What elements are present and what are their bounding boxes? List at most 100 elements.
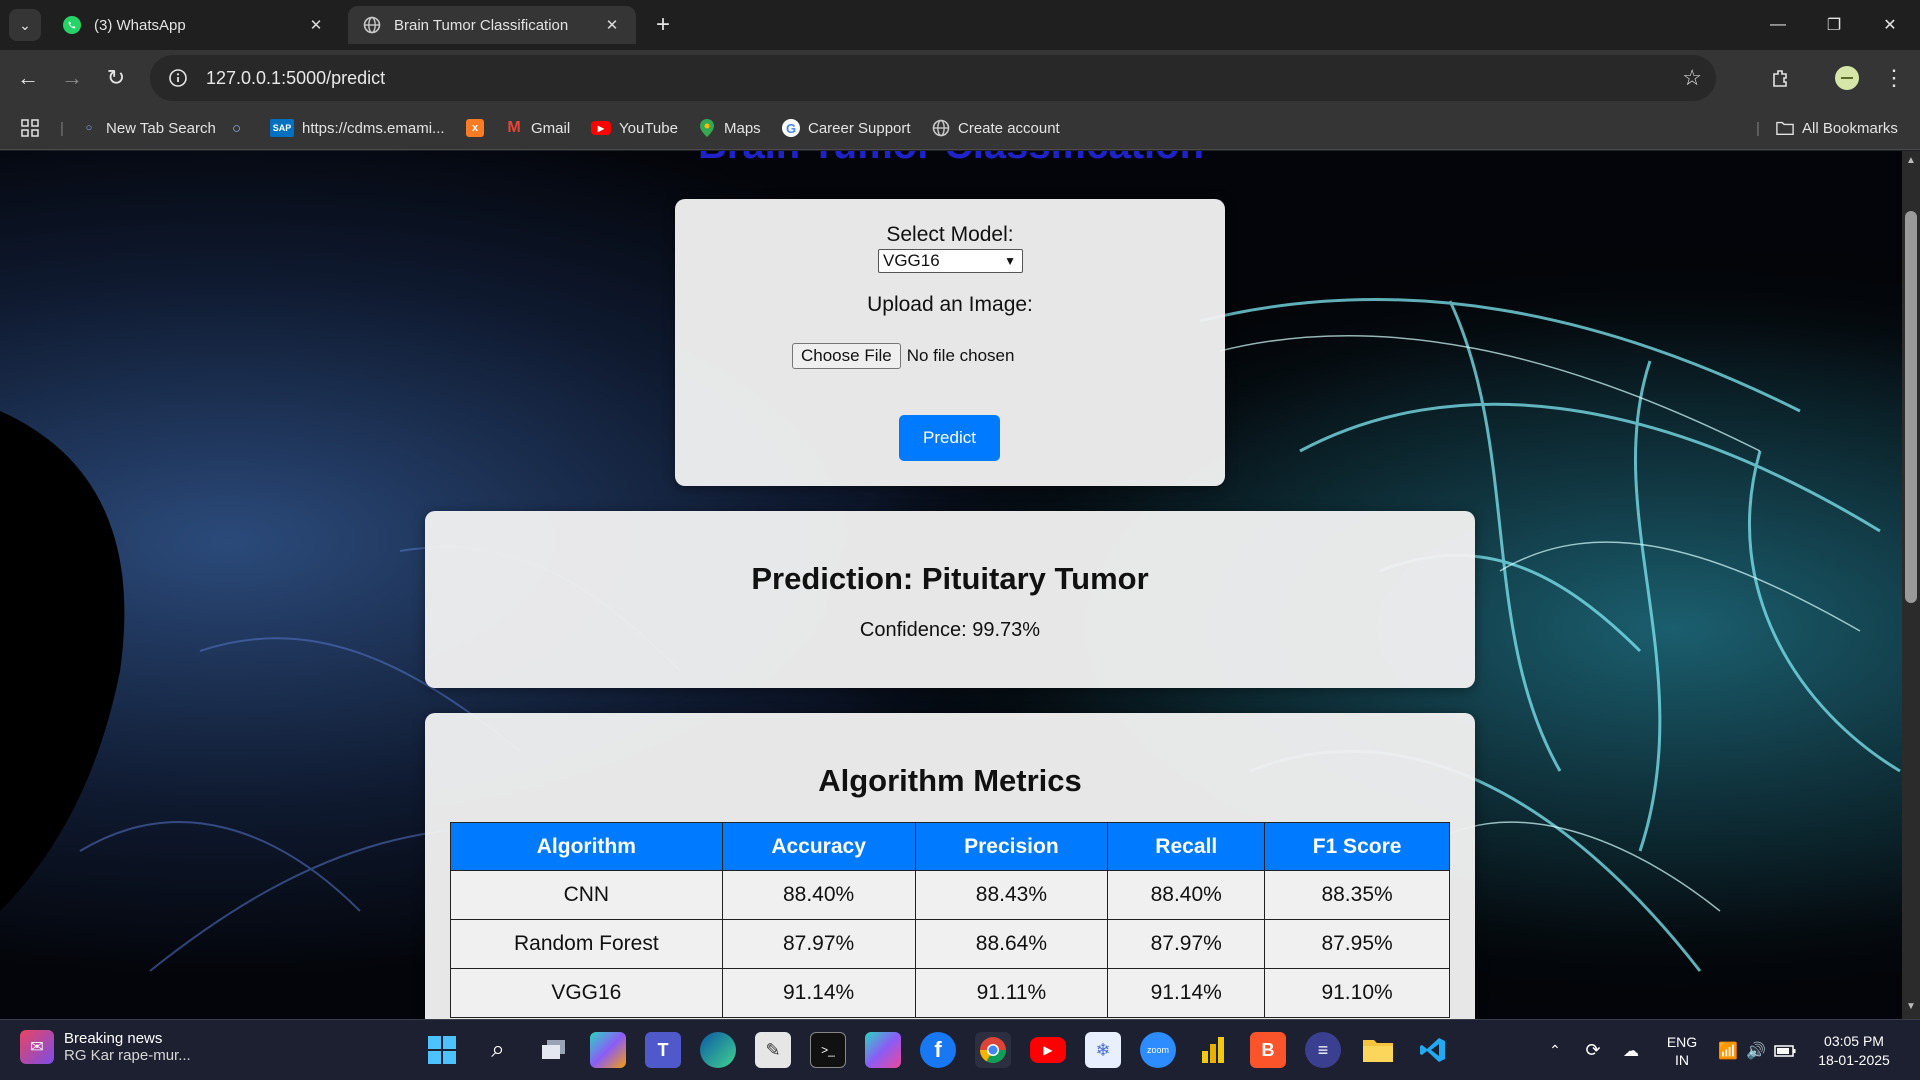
clock[interactable]: 03:05 PM 18-01-2025 <box>1808 1020 1900 1080</box>
language-indicator[interactable]: ENG IN <box>1660 1020 1704 1080</box>
file-input[interactable]: Choose File No file chosen <box>792 343 1014 369</box>
confidence-text: Confidence: 99.73% <box>859 619 1041 641</box>
windows-start-icon[interactable] <box>424 1032 460 1068</box>
edge-icon[interactable] <box>700 1032 736 1068</box>
site-info-icon[interactable] <box>164 64 192 92</box>
model-select[interactable]: VGG16 ▼ <box>878 249 1023 273</box>
all-bookmarks-button[interactable]: All Bookmarks <box>1776 115 1898 141</box>
zoom-icon[interactable]: zoom <box>1140 1032 1176 1068</box>
predict-button[interactable]: Predict <box>899 415 1000 461</box>
close-tab-icon[interactable]: ✕ <box>306 15 326 35</box>
facebook-icon[interactable]: f <box>920 1032 956 1068</box>
table-cell: 88.40% <box>1107 870 1266 920</box>
table-row: VGG16 91.14% 91.11% 91.14% 91.10% <box>450 968 1450 1018</box>
bookmark-career-support[interactable]: G Career Support <box>782 115 911 141</box>
column-header: Accuracy <box>721 822 916 871</box>
folder-icon <box>1776 119 1794 137</box>
metrics-title: Algorithm Metrics <box>818 763 1082 798</box>
scroll-down-icon[interactable]: ▼ <box>1905 1001 1917 1013</box>
copilot-icon[interactable] <box>590 1032 626 1068</box>
bookmark-youtube[interactable]: ▶ YouTube <box>591 115 678 141</box>
tab-brain-tumor[interactable]: Brain Tumor Classification ✕ <box>348 6 636 44</box>
bookmark-new-tab-search[interactable]: ○ New Tab Search <box>80 115 216 141</box>
choose-file-button[interactable]: Choose File <box>792 343 901 369</box>
restore-icon[interactable]: ❐ <box>1806 0 1862 50</box>
table-cell: VGG16 <box>450 968 723 1018</box>
file-status-text: No file chosen <box>906 346 1015 365</box>
teams-icon[interactable]: T <box>645 1032 681 1068</box>
tab-whatsapp[interactable]: (3) WhatsApp ✕ <box>48 6 340 44</box>
minimize-icon[interactable]: — <box>1750 0 1806 50</box>
wifi-icon[interactable]: 📶 <box>1714 1020 1742 1080</box>
eclipse-icon[interactable]: ≡ <box>1305 1032 1341 1068</box>
scrollbar-thumb[interactable] <box>1905 211 1917 603</box>
youtube-icon[interactable]: ▶ <box>1030 1037 1066 1063</box>
column-header: Precision <box>914 822 1109 871</box>
bookmark-create-account[interactable]: Create account <box>932 115 1060 141</box>
table-cell: 91.10% <box>1264 968 1450 1018</box>
close-tab-icon[interactable]: ✕ <box>602 15 622 35</box>
news-widget[interactable]: ✉ Breaking news RG Kar rape-mur... <box>20 1030 191 1064</box>
apps-grid-icon[interactable] <box>20 115 40 141</box>
extensions-icon[interactable] <box>1765 62 1797 94</box>
table-cell: 87.97% <box>1107 919 1266 969</box>
upload-form-card: Select Model: VGG16 ▼ Upload an Image: C… <box>675 199 1225 486</box>
address-bar[interactable]: 127.0.0.1:5000/predict ☆ <box>150 55 1716 101</box>
search-icon[interactable]: ⌕ <box>480 1032 516 1068</box>
forward-icon[interactable]: → <box>56 62 88 94</box>
xampp-icon: x <box>466 119 484 137</box>
volume-icon[interactable]: 🔊 <box>1742 1020 1770 1080</box>
globe-icon <box>932 119 950 137</box>
bookmark-cdms[interactable]: SAP https://cdms.emami... <box>270 115 445 141</box>
maps-icon <box>698 119 716 137</box>
profile-avatar[interactable] <box>1831 62 1863 94</box>
upload-image-label: Upload an Image: <box>867 293 1033 316</box>
news-subtitle: RG Kar rape-mur... <box>64 1047 191 1064</box>
column-header: F1 Score <box>1264 822 1450 871</box>
snowflake-icon[interactable]: ❄ <box>1085 1032 1121 1068</box>
battery-icon[interactable] <box>1770 1020 1800 1080</box>
close-window-icon[interactable]: ✕ <box>1862 0 1918 50</box>
new-tab-button[interactable]: + <box>650 11 676 38</box>
url-text: 127.0.0.1:5000/predict <box>206 67 386 88</box>
bookmark-star-icon[interactable]: ☆ <box>1682 65 1702 91</box>
select-model-label: Select Model: <box>886 223 1014 246</box>
tab-title: (3) WhatsApp <box>94 16 186 34</box>
bookmark-xampp[interactable]: x <box>466 115 492 141</box>
sync-icon[interactable]: ⟳ <box>1578 1020 1608 1080</box>
brave-icon[interactable]: B <box>1250 1032 1286 1068</box>
bookmark-maps[interactable]: Maps <box>698 115 761 141</box>
menu-icon[interactable]: ⋮ <box>1878 62 1910 94</box>
notepad-icon[interactable]: ✎ <box>755 1032 791 1068</box>
page-scrollbar[interactable]: ▲ ▼ <box>1902 151 1920 1019</box>
whatsapp-icon <box>62 15 82 35</box>
tab-strip: ⌄ (3) WhatsApp ✕ Brain Tumor Classificat… <box>0 0 1920 50</box>
file-explorer-icon[interactable] <box>1360 1032 1396 1068</box>
power-bi-icon[interactable] <box>1195 1032 1231 1068</box>
vscode-icon[interactable] <box>1415 1032 1451 1068</box>
chevron-up-icon[interactable]: ⌃ <box>1540 1020 1570 1080</box>
tab-search-button[interactable]: ⌄ <box>9 9 41 41</box>
table-cell: 88.43% <box>914 870 1109 920</box>
page-viewport: Brain Tumor Classification Select Model:… <box>0 151 1902 1019</box>
microsoft-365-icon[interactable] <box>865 1032 901 1068</box>
table-cell: 91.14% <box>1107 968 1266 1018</box>
metrics-table: Algorithm Accuracy Precision Recall F1 S… <box>450 822 1450 1018</box>
table-cell: 88.35% <box>1264 870 1450 920</box>
table-cell: 87.97% <box>721 919 916 969</box>
column-header: Algorithm <box>450 822 723 871</box>
prediction-title: Prediction: Pituitary Tumor <box>751 561 1149 596</box>
globe-icon <box>362 15 382 35</box>
table-cell: 91.14% <box>721 968 916 1018</box>
terminal-icon[interactable]: >_ <box>810 1032 846 1068</box>
table-cell: Random Forest <box>450 919 723 969</box>
chrome-icon[interactable] <box>975 1032 1011 1068</box>
cloud-icon[interactable]: ☁ <box>1616 1020 1646 1080</box>
table-row: Random Forest 87.97% 88.64% 87.97% 87.95… <box>450 919 1450 969</box>
bookmark-gmail[interactable]: M Gmail <box>505 115 570 141</box>
back-icon[interactable]: ← <box>12 62 44 94</box>
scroll-up-icon[interactable]: ▲ <box>1905 155 1917 167</box>
reload-icon[interactable]: ↻ <box>100 62 132 94</box>
task-view-icon[interactable] <box>536 1032 572 1068</box>
circle-icon[interactable]: ○ <box>232 115 241 141</box>
